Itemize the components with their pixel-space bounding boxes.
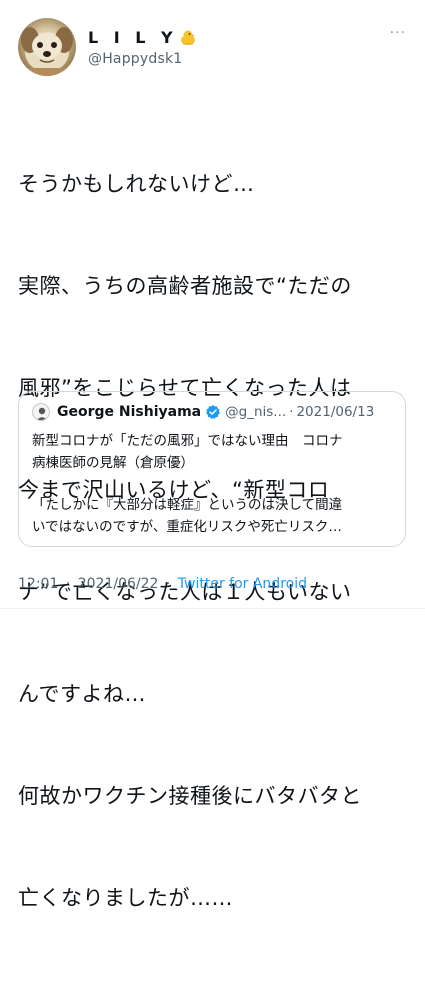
dog-photo-icon [18, 27, 76, 76]
tweet-meta: 12:01 · 2021/06/22 · Twitter for Android [18, 576, 307, 592]
tweet-line: 実際、うちの高齢者施設で“ただの [18, 274, 352, 298]
quoted-excerpt-line: いではないのですが、重症化リスクや死亡リスク… [32, 519, 342, 535]
quoted-tweet-header: George Nishiyama @g_nis... · 2021/06/13 [32, 403, 374, 421]
quoted-line: 新型コロナが「ただの風邪」ではない理由 コロナ [32, 433, 343, 449]
quoted-author-handle[interactable]: @g_nis... [225, 404, 286, 420]
quoted-author-name[interactable]: George Nishiyama [57, 404, 201, 420]
divider [0, 608, 425, 609]
display-name[interactable]: L I L Y [88, 27, 198, 47]
tweet-line: そうかもしれないけど… [18, 172, 255, 196]
quoted-tweet[interactable]: George Nishiyama @g_nis... · 2021/06/13 … [18, 391, 406, 547]
separator-dot: · [165, 576, 171, 592]
verified-badge-icon [205, 404, 221, 420]
more-options-icon[interactable]: ··· [390, 26, 406, 40]
tweet-line: んですよね… [18, 682, 146, 706]
quoted-text: 新型コロナが「ただの風邪」ではない理由 コロナ 病棟医師の見解（倉原優） 「たし… [32, 430, 398, 538]
display-name-text: L I L Y [88, 27, 178, 47]
quoted-line: 病棟医師の見解（倉原優） [32, 455, 194, 471]
tweet-header: L I L Y @Happydsk1 ··· [18, 18, 408, 78]
quoted-date[interactable]: 2021/06/13 [296, 404, 374, 420]
quoted-excerpt-line: 「たしかに『大部分は軽症』というのは決して間違 [32, 497, 343, 513]
tweet-line: 何故かワクチン接種後にバタバタと [18, 784, 362, 808]
tweet-time[interactable]: 12:01 [18, 576, 58, 592]
separator-dot: · [289, 404, 294, 420]
separator-dot: · [65, 576, 71, 592]
chick-icon [178, 28, 198, 46]
quoted-avatar[interactable] [32, 403, 50, 421]
tweet-date[interactable]: 2021/06/22 [78, 576, 159, 592]
tweet-source-link[interactable]: Twitter for Android [178, 576, 307, 592]
tweet-line: 亡くなりましたが…… [18, 886, 233, 910]
tweet: L I L Y @Happydsk1 ··· そうかもしれないけど… 実際、うち… [0, 0, 425, 910]
person-icon [36, 407, 48, 420]
avatar[interactable] [18, 18, 76, 76]
author-handle[interactable]: @Happydsk1 [88, 51, 198, 67]
